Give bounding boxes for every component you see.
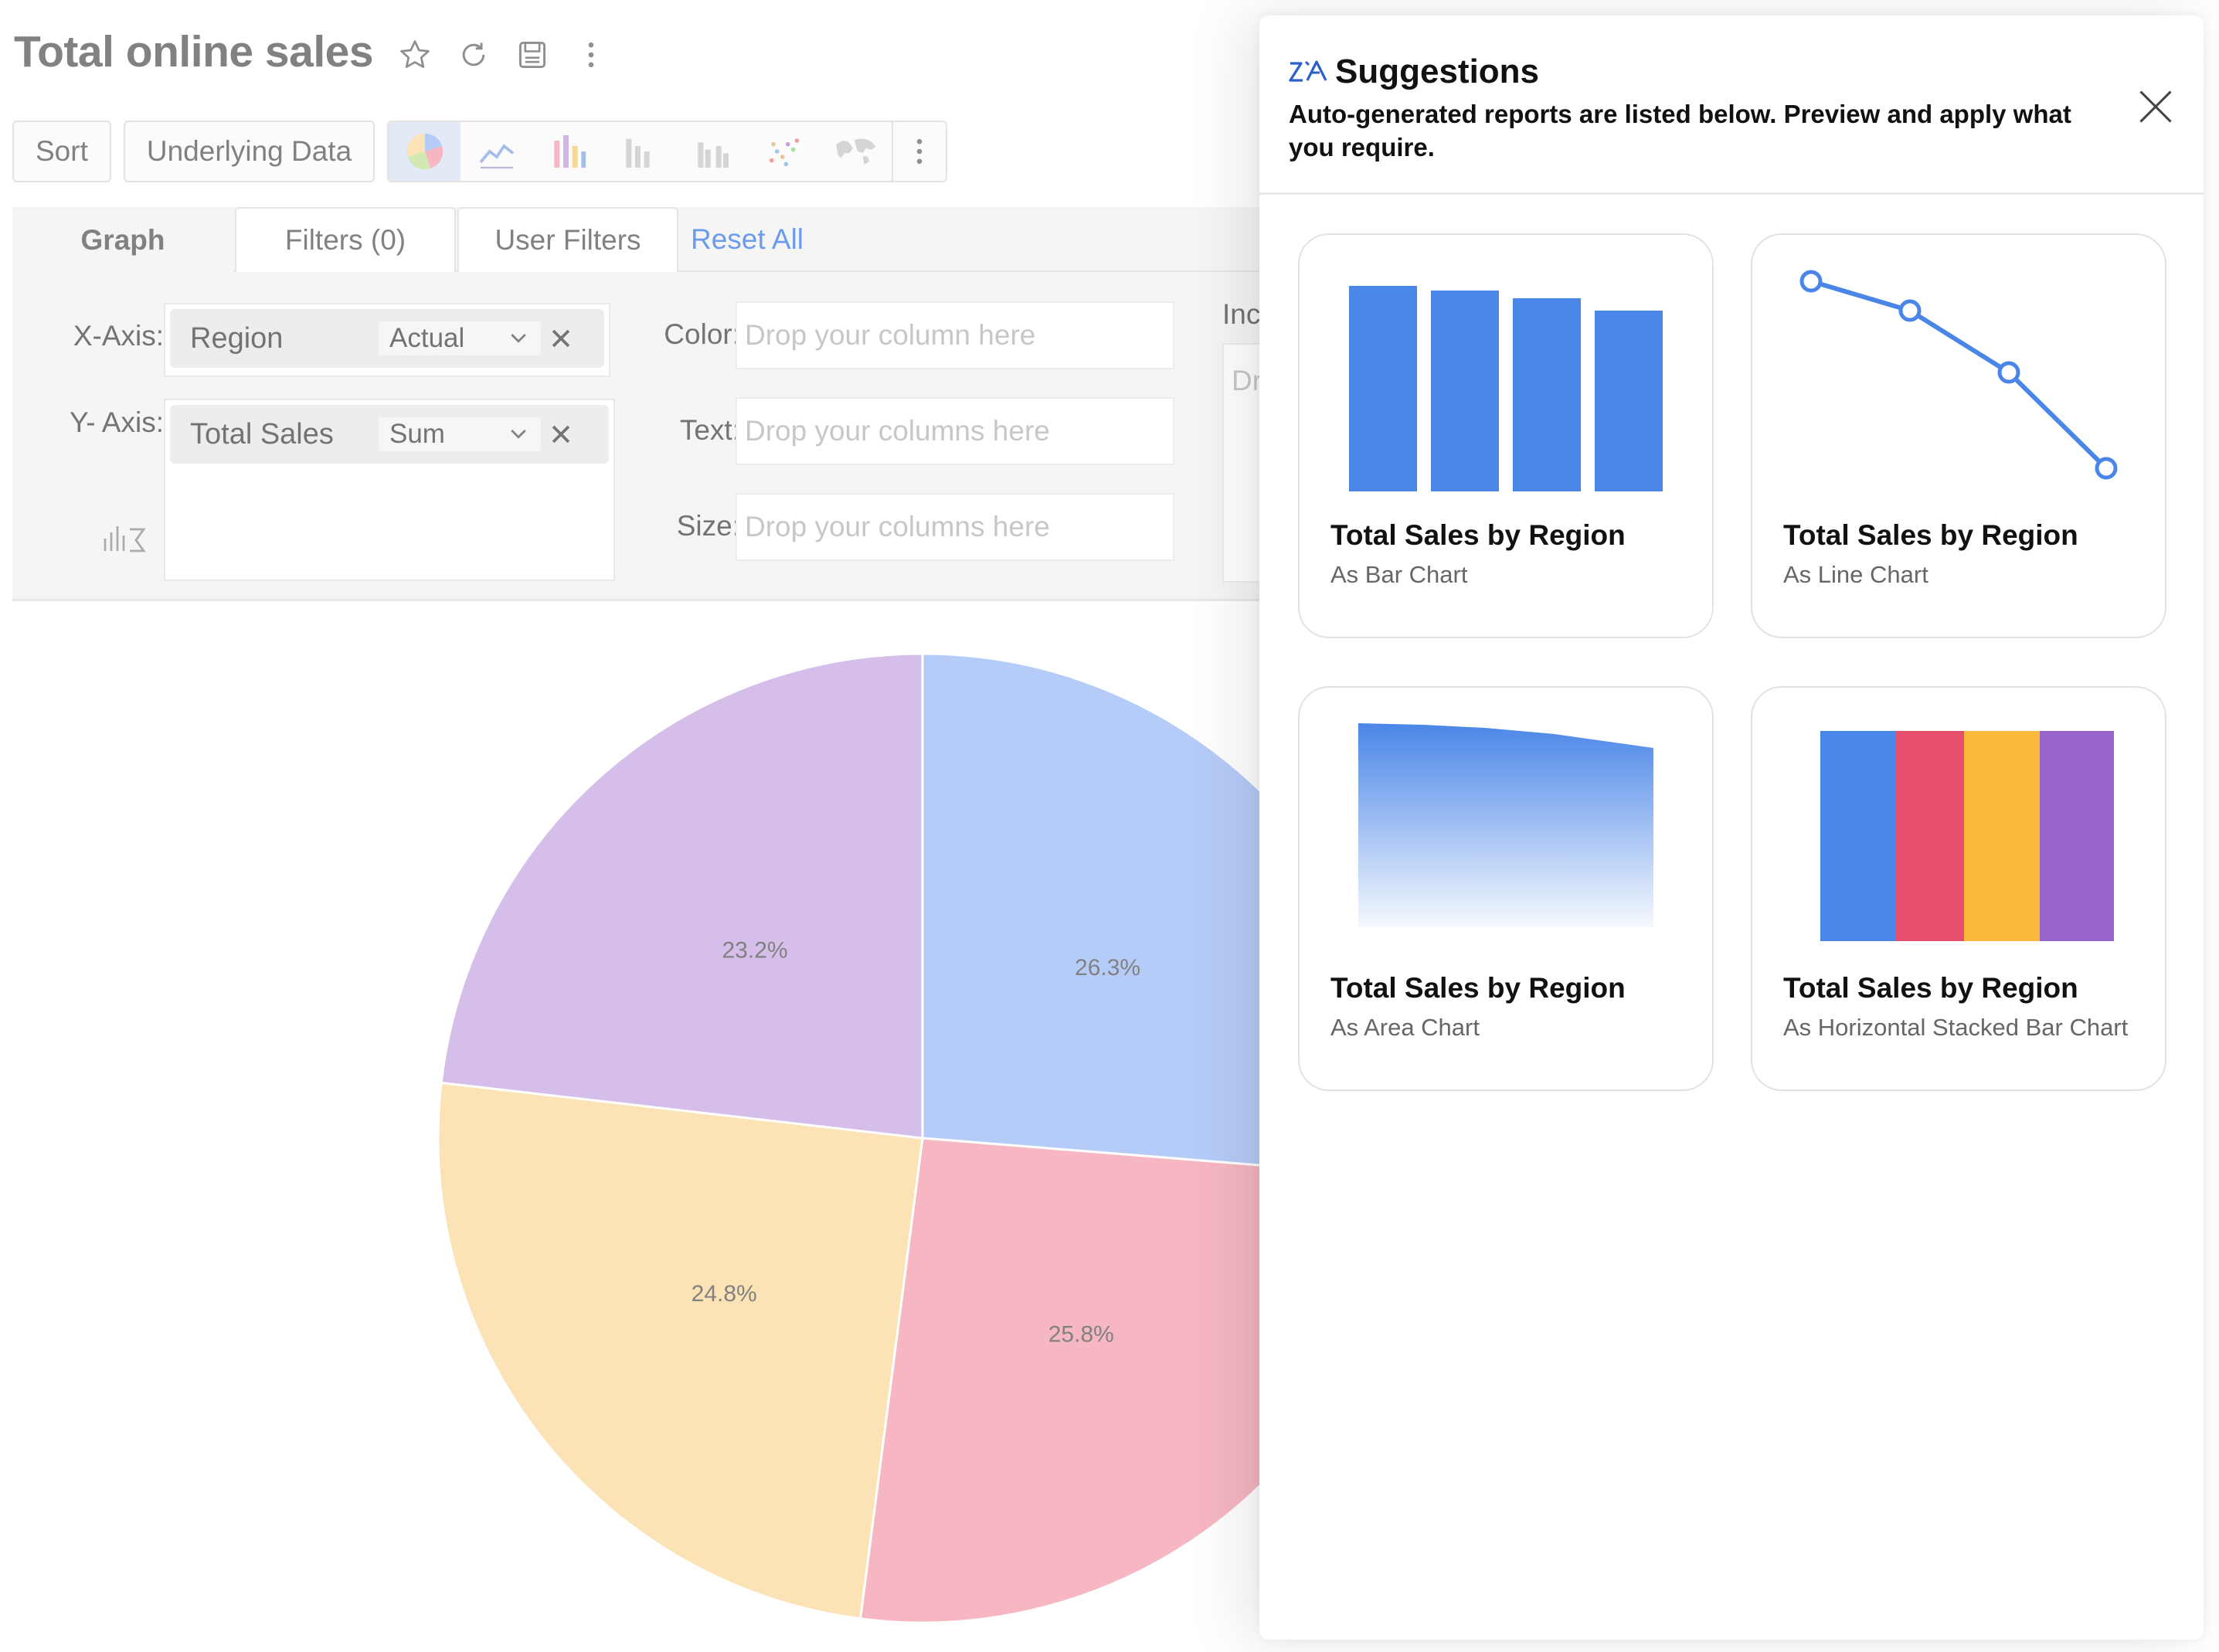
zia-logo-icon bbox=[1289, 60, 1327, 82]
card-subtitle: As Line Chart bbox=[1783, 561, 1928, 588]
suggestion-card-line[interactable]: Total Sales by Region As Line Chart bbox=[1751, 233, 2166, 638]
card-subtitle: As Bar Chart bbox=[1330, 561, 1468, 588]
close-icon[interactable] bbox=[2136, 87, 2176, 127]
bar-mark bbox=[1595, 311, 1663, 491]
card-title: Total Sales by Region bbox=[1783, 519, 2078, 551]
line-point bbox=[1799, 270, 1823, 293]
line-chart-preview bbox=[1799, 270, 2118, 480]
suggestions-header: Suggestions Auto-generated reports are l… bbox=[1259, 15, 2204, 195]
suggestion-card-stacked-bar[interactable]: Total Sales by Region As Horizontal Stac… bbox=[1751, 686, 2166, 1091]
stacked-segment bbox=[1964, 731, 2040, 941]
bar-chart-preview bbox=[1349, 286, 1663, 491]
card-subtitle: As Horizontal Stacked Bar Chart bbox=[1783, 1014, 2129, 1041]
card-subtitle: As Area Chart bbox=[1330, 1014, 1480, 1041]
suggestions-drawer: Suggestions Auto-generated reports are l… bbox=[1259, 15, 2204, 1640]
bar-mark bbox=[1431, 291, 1499, 491]
line-point bbox=[1997, 361, 2020, 384]
suggestion-card-area[interactable]: Total Sales by Region As Area Chart bbox=[1298, 686, 1714, 1091]
suggestion-card-bar[interactable]: Total Sales by Region As Bar Chart bbox=[1298, 233, 1714, 638]
card-title: Total Sales by Region bbox=[1330, 519, 1626, 551]
suggestions-title: Suggestions bbox=[1335, 53, 1540, 90]
area-mark bbox=[1358, 723, 1653, 927]
bar-mark bbox=[1349, 286, 1417, 491]
card-title: Total Sales by Region bbox=[1330, 972, 1626, 1004]
stacked-segment bbox=[1896, 731, 1964, 941]
line-point bbox=[1898, 299, 1922, 322]
suggestions-description: Auto-generated reports are listed below.… bbox=[1289, 100, 2071, 161]
stacked-segment bbox=[1820, 731, 1896, 941]
line-point bbox=[2095, 457, 2118, 480]
card-title: Total Sales by Region bbox=[1783, 972, 2078, 1004]
stacked-bar-preview bbox=[1820, 731, 2114, 941]
bar-mark bbox=[1513, 298, 1581, 491]
stacked-segment bbox=[2040, 731, 2114, 941]
line-mark bbox=[1810, 279, 2109, 471]
area-chart-preview bbox=[1358, 723, 1653, 927]
